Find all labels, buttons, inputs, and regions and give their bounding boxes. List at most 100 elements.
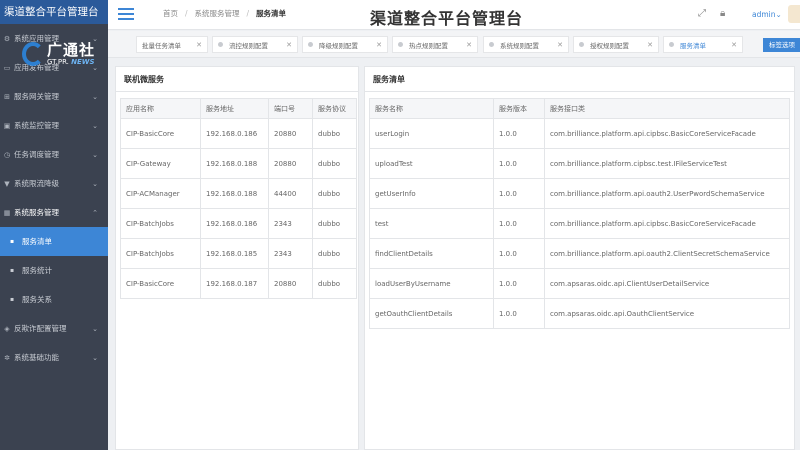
sidebar-subitem-service-relations[interactable]: ▪ 服务关系 bbox=[0, 285, 108, 314]
chevron-down-icon: ⌄ bbox=[92, 324, 98, 333]
table-header-row: 服务名称 服务版本 服务接口类 bbox=[369, 98, 790, 119]
table-row[interactable]: getUserInfo 1.0.0 com.brilliance.platfor… bbox=[369, 178, 790, 209]
chevron-down-icon: ⌄ bbox=[92, 179, 98, 188]
tab-flow-rules[interactable]: 流控规则配置 ✕ bbox=[212, 36, 298, 53]
tab-service-list[interactable]: 服务清单 ✕ bbox=[663, 36, 743, 53]
status-dot-icon bbox=[308, 42, 313, 47]
tab-system-rules[interactable]: 系统规则配置 ✕ bbox=[483, 36, 569, 53]
list-icon: ▪ bbox=[10, 296, 15, 303]
tab-label: 热点规则配置 bbox=[409, 41, 448, 50]
close-icon[interactable]: ✕ bbox=[286, 41, 292, 49]
table-cell: 192.168.0.187 bbox=[200, 268, 269, 299]
close-icon[interactable]: ✕ bbox=[557, 41, 563, 49]
avatar[interactable] bbox=[788, 5, 800, 23]
cog-icon: ✲ bbox=[4, 353, 10, 362]
tab-options-button[interactable]: 标签选项 bbox=[763, 38, 800, 52]
watermark-en: GT.PR. NEWS bbox=[47, 58, 95, 66]
shield-icon: ◈ bbox=[4, 324, 10, 333]
panel-title: 服务清单 bbox=[365, 67, 794, 92]
lock-icon[interactable]: 🔒︎ bbox=[720, 8, 725, 19]
table-row[interactable]: CIP-BatchJobs 192.168.0.185 2343 dubbo bbox=[120, 238, 357, 269]
table-cell: com.brilliance.platform.api.cipbsc.Basic… bbox=[544, 118, 790, 149]
table-cell: CIP-ACManager bbox=[120, 178, 201, 209]
sidebar-subitem-service-list[interactable]: ▪ 服务清单 bbox=[0, 227, 108, 256]
sidebar-item-service-management[interactable]: ▦ 系统服务管理 ⌃ bbox=[0, 198, 108, 227]
watermark-cn: 广通社 bbox=[47, 41, 96, 59]
chevron-down-icon: ⌄ bbox=[92, 150, 98, 159]
sidebar-item-basic-functions[interactable]: ✲ 系统基础功能 ⌄ bbox=[0, 343, 108, 372]
table-cell: dubbo bbox=[312, 238, 357, 269]
table-row[interactable]: userLogin 1.0.0 com.brilliance.platform.… bbox=[369, 118, 790, 149]
status-dot-icon bbox=[579, 42, 584, 47]
sidebar-item-label: 系统服务管理 bbox=[14, 208, 59, 217]
sidebar-item-gateway[interactable]: ⊞ 服务网关管理 ⌄ bbox=[0, 82, 108, 111]
table-cell: CIP-BatchJobs bbox=[120, 238, 201, 269]
column-header[interactable]: 服务协议 bbox=[312, 98, 357, 119]
breadcrumb-home[interactable]: 首页 bbox=[163, 9, 178, 18]
sidebar-item-rate-limit[interactable]: ▼ 系统限流降级 ⌄ bbox=[0, 169, 108, 198]
table-row[interactable]: CIP-BasicCore 192.168.0.186 20880 dubbo bbox=[120, 118, 357, 149]
sidebar: 渠道整合平台管理台 ⚙ 系统应用管理 ⌄ ▭ 应用发布管理 ⌄ ⊞ 服务网关管理… bbox=[0, 0, 108, 450]
table-cell: loadUserByUsername bbox=[369, 268, 494, 299]
logo-mark-icon bbox=[22, 42, 44, 66]
table-row[interactable]: getOauthClientDetails 1.0.0 com.apsaras.… bbox=[369, 298, 790, 329]
table-row[interactable]: findClientDetails 1.0.0 com.brilliance.p… bbox=[369, 238, 790, 269]
column-header[interactable]: 端口号 bbox=[268, 98, 313, 119]
sidebar-item-label: 系统基础功能 bbox=[14, 353, 59, 362]
tab-degrade-rules[interactable]: 降级规则配置 ✕ bbox=[302, 36, 388, 53]
menu-toggle-icon[interactable] bbox=[118, 8, 134, 20]
close-icon[interactable]: ✕ bbox=[196, 41, 202, 49]
table-cell: 20880 bbox=[268, 118, 313, 149]
table-cell: dubbo bbox=[312, 118, 357, 149]
table-cell: uploadTest bbox=[369, 148, 494, 179]
close-icon[interactable]: ✕ bbox=[466, 41, 472, 49]
table-row[interactable]: CIP-Gateway 192.168.0.188 20880 dubbo bbox=[120, 148, 357, 179]
online-microservices-panel: 联机微服务 应用名称 服务地址 端口号 服务协议 CIP-BasicCore 1… bbox=[115, 66, 359, 450]
breadcrumb-section[interactable]: 系统服务管理 bbox=[195, 9, 240, 18]
table-header-row: 应用名称 服务地址 端口号 服务协议 bbox=[120, 98, 357, 119]
column-header[interactable]: 服务接口类 bbox=[544, 98, 790, 119]
table-row[interactable]: loadUserByUsername 1.0.0 com.apsaras.oid… bbox=[369, 268, 790, 299]
tab-batch-jobs[interactable]: 批量任务清单 ✕ bbox=[136, 36, 208, 53]
sidebar-item-label: 服务网关管理 bbox=[14, 92, 59, 101]
breadcrumb-current: 服务清单 bbox=[256, 9, 287, 18]
close-icon[interactable]: ✕ bbox=[731, 41, 737, 49]
column-header[interactable]: 服务名称 bbox=[369, 98, 494, 119]
table-row[interactable]: uploadTest 1.0.0 com.brilliance.platform… bbox=[369, 148, 790, 179]
table-row[interactable]: test 1.0.0 com.brilliance.platform.api.c… bbox=[369, 208, 790, 239]
column-header[interactable]: 服务地址 bbox=[200, 98, 269, 119]
table-row[interactable]: CIP-BasicCore 192.168.0.187 20880 dubbo bbox=[120, 268, 357, 299]
table-row[interactable]: CIP-ACManager 192.168.0.188 44400 dubbo bbox=[120, 178, 357, 209]
microservices-table: 应用名称 服务地址 端口号 服务协议 CIP-BasicCore 192.168… bbox=[120, 98, 357, 299]
close-icon[interactable]: ✕ bbox=[647, 41, 653, 49]
table-cell: 192.168.0.188 bbox=[200, 178, 269, 209]
table-cell: CIP-BasicCore bbox=[120, 118, 201, 149]
service-list-table: 服务名称 服务版本 服务接口类 userLogin 1.0.0 com.bril… bbox=[369, 98, 790, 329]
gear-icon: ⚙ bbox=[3, 34, 11, 43]
table-cell: 1.0.0 bbox=[493, 268, 545, 299]
table-cell: CIP-Gateway bbox=[120, 148, 201, 179]
table-cell: 192.168.0.186 bbox=[200, 118, 269, 149]
table-row[interactable]: CIP-BatchJobs 192.168.0.186 2343 dubbo bbox=[120, 208, 357, 239]
sidebar-item-anti-fraud[interactable]: ◈ 反欺诈配置管理 ⌄ bbox=[0, 314, 108, 343]
grid-icon: ▦ bbox=[3, 208, 11, 217]
table-cell: com.brilliance.platform.api.cipbsc.Basic… bbox=[544, 208, 790, 239]
table-cell: findClientDetails bbox=[369, 238, 494, 269]
sidebar-subitem-service-stats[interactable]: ▪ 服务统计 bbox=[0, 256, 108, 285]
table-cell: com.brilliance.platform.cipbsc.test.IFil… bbox=[544, 148, 790, 179]
column-header[interactable]: 应用名称 bbox=[120, 98, 201, 119]
column-header[interactable]: 服务版本 bbox=[493, 98, 545, 119]
sidebar-item-monitoring[interactable]: ▣ 系统监控管理 ⌄ bbox=[0, 111, 108, 140]
tab-label: 流控规则配置 bbox=[229, 41, 268, 50]
sidebar-item-scheduling[interactable]: ◷ 任务调度管理 ⌄ bbox=[0, 140, 108, 169]
table-cell: dubbo bbox=[312, 268, 357, 299]
tab-auth-rules[interactable]: 授权规则配置 ✕ bbox=[573, 36, 659, 53]
table-cell: getUserInfo bbox=[369, 178, 494, 209]
close-icon[interactable]: ✕ bbox=[376, 41, 382, 49]
user-menu[interactable]: admin⌄ bbox=[752, 10, 782, 19]
sidebar-subitem-label: 服务统计 bbox=[22, 266, 52, 275]
watermark-text: 广通社 GT.PR. NEWS bbox=[47, 42, 95, 66]
tab-hotspot-rules[interactable]: 热点规则配置 ✕ bbox=[392, 36, 478, 53]
fullscreen-icon[interactable]: ⤢ bbox=[698, 8, 706, 19]
user-name: admin bbox=[752, 10, 776, 19]
